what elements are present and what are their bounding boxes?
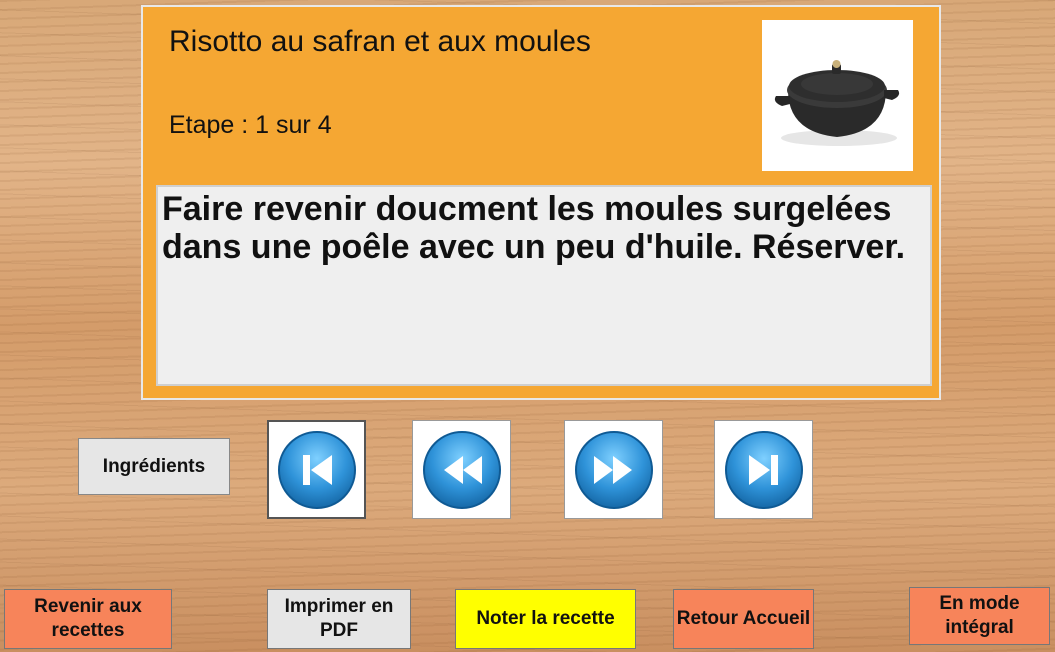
first-step-button[interactable] [267, 420, 366, 519]
ingredients-button[interactable]: Ingrédients [78, 438, 230, 495]
full-mode-button[interactable]: En mode intégral [909, 587, 1050, 645]
previous-step-button[interactable] [412, 420, 511, 519]
print-pdf-button[interactable]: Imprimer en PDF [267, 589, 411, 649]
skip-to-end-icon [724, 430, 803, 509]
next-step-button[interactable] [564, 420, 663, 519]
back-to-recipes-button[interactable]: Revenir aux recettes [4, 589, 172, 649]
rate-recipe-button[interactable]: Noter la recette [455, 589, 636, 649]
instruction-text: Faire revenir doucment les moules surgel… [156, 185, 932, 386]
recipe-title: Risotto au safran et aux moules [169, 25, 591, 58]
recipe-card: Risotto au safran et aux moules Etape : … [141, 5, 941, 400]
rewind-icon [422, 430, 501, 509]
skip-to-start-icon [277, 430, 356, 509]
step-indicator: Etape : 1 sur 4 [169, 111, 332, 139]
last-step-button[interactable] [714, 420, 813, 519]
home-button[interactable]: Retour Accueil [673, 589, 814, 649]
cast-iron-pot-image [762, 20, 913, 171]
fast-forward-icon [574, 430, 653, 509]
